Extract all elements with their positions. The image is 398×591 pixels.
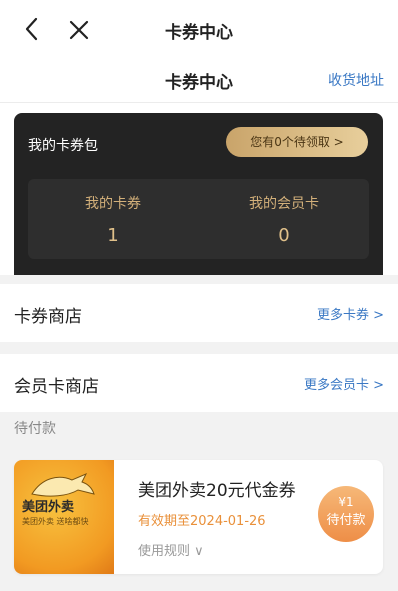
pay-button[interactable]: ¥1 待付款 (318, 486, 374, 542)
wallet-card: 我的卡券包 您有0个待领取 > 我的卡券 1 我的会员卡 0 (14, 113, 383, 275)
member-store-row[interactable]: 会员卡商店 更多会员卡 > (0, 354, 398, 412)
coupon-title: 美团外卖20元代金券 (138, 481, 296, 501)
top-nav-title: 卡券中心 (165, 23, 233, 43)
more-member-cards-link[interactable]: 更多会员卡 > (304, 374, 384, 393)
pay-label: 待付款 (326, 513, 366, 528)
page-header: 卡券中心 收货地址 (0, 58, 398, 103)
usage-rules-link[interactable]: 使用规则 ∨ (138, 540, 204, 559)
more-coupons-link[interactable]: 更多卡券 > (317, 304, 384, 323)
pending-payment-label: 待付款 (14, 421, 56, 437)
meituan-coupon-image: 美团外卖 美团外卖 送啥都快 (14, 460, 114, 574)
wallet-title: 我的卡券包 (28, 138, 98, 154)
my-member-cards-label: 我的会员卡 (249, 196, 319, 212)
meituan-logo-text: 美团外卖 (22, 500, 75, 515)
coupon-expiry: 有效期至2024-01-26 (138, 514, 266, 529)
coupon-card[interactable]: 美团外卖 美团外卖 送啥都快 美团外卖20元代金券 有效期至2024-01-26… (14, 460, 383, 574)
my-coupons-label: 我的卡券 (85, 196, 141, 212)
coupon-price: ¥1 (338, 495, 354, 509)
member-store-title: 会员卡商店 (14, 377, 99, 397)
my-member-cards-count: 0 (278, 225, 290, 246)
wallet-stats: 我的卡券 1 我的会员卡 0 (28, 179, 369, 259)
my-coupons-count: 1 (107, 225, 119, 246)
top-nav-bar: 卡券中心 (0, 0, 398, 58)
my-member-cards-stat[interactable]: 我的会员卡 0 (199, 193, 369, 246)
coupon-store-row[interactable]: 卡券商店 更多卡券 > (0, 284, 398, 342)
pending-claim-button[interactable]: 您有0个待领取 > (226, 127, 368, 157)
address-link[interactable]: 收货地址 (328, 70, 384, 90)
my-coupons-stat[interactable]: 我的卡券 1 (28, 193, 198, 246)
meituan-logo-subtitle: 美团外卖 送啥都快 (22, 517, 89, 526)
coupon-store-title: 卡券商店 (14, 307, 82, 327)
